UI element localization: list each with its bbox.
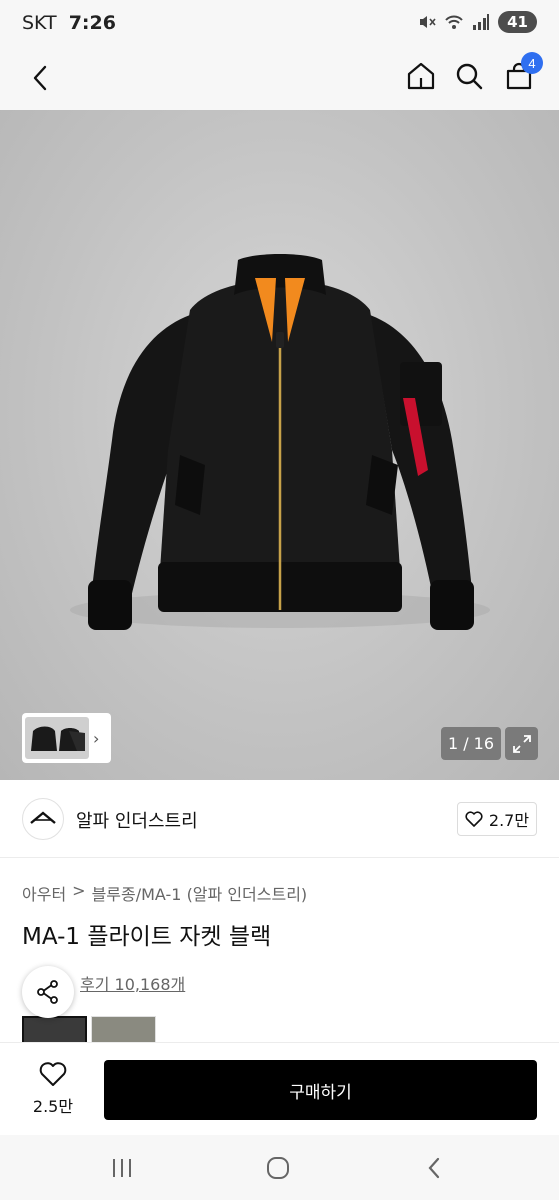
- breadcrumb-level1[interactable]: 아우터: [22, 881, 66, 905]
- brand-like-count: 2.7만: [488, 811, 530, 830]
- back-button[interactable]: [22, 60, 58, 96]
- breadcrumb: 아우터 > 블루종/MA-1 (알파 인더스트리): [22, 881, 307, 905]
- cart-button[interactable]: 4: [501, 52, 543, 94]
- alpha-logo-icon: [30, 811, 56, 824]
- recent-apps-icon: [113, 1159, 131, 1177]
- chevron-left-icon: [33, 65, 47, 91]
- status-bar: SKT 7:26 41: [0, 0, 559, 48]
- chevron-right-icon: ›: [93, 728, 100, 748]
- heart-outline-icon: [39, 1062, 67, 1086]
- heart-icon: [465, 811, 483, 827]
- system-nav-bar: [0, 1135, 559, 1200]
- clock: 7:26: [68, 12, 116, 34]
- jacket-image: [70, 254, 490, 630]
- wishlist-count: 2.5만: [32, 1097, 74, 1116]
- carrier-label: SKT: [22, 12, 57, 34]
- product-image-gallery[interactable]: › 1 / 16: [0, 110, 559, 780]
- breadcrumb-separator: >: [72, 881, 86, 900]
- wifi-icon: [445, 15, 463, 29]
- thumbnail-preview: [25, 717, 89, 759]
- expand-button[interactable]: [505, 727, 538, 760]
- status-right: 41: [418, 11, 537, 33]
- signal-icon: [473, 14, 490, 30]
- image-counter: 1 / 16: [441, 727, 501, 760]
- jacket-thumbnail-icon: [31, 726, 85, 751]
- brand-row: 알파 인더스트리 2.7만: [0, 780, 559, 858]
- product-title: MA-1 플라이트 자켓 블랙: [22, 924, 272, 950]
- top-header: 4: [0, 48, 559, 110]
- wishlist-button[interactable]: 2.5만: [22, 1061, 84, 1121]
- back-nav-button[interactable]: [414, 1153, 454, 1183]
- home-button[interactable]: [403, 58, 439, 94]
- buy-button[interactable]: 구매하기: [104, 1060, 537, 1120]
- thumbnail-strip[interactable]: ›: [22, 713, 111, 763]
- back-chevron-icon: [428, 1157, 440, 1179]
- home-circle-icon: [267, 1157, 289, 1179]
- share-icon: [37, 980, 58, 1004]
- brand-name[interactable]: 알파 인더스트리: [76, 807, 198, 833]
- brand-like-button[interactable]: 2.7만: [457, 802, 537, 836]
- status-left: SKT 7:26: [22, 12, 116, 34]
- recent-apps-button[interactable]: [102, 1153, 142, 1183]
- cart-count-badge: 4: [521, 52, 543, 74]
- search-button[interactable]: [451, 58, 487, 94]
- home-nav-button[interactable]: [258, 1153, 298, 1183]
- search-icon: [456, 63, 483, 90]
- mute-icon: [420, 16, 436, 28]
- expand-icon: [512, 734, 531, 753]
- bottom-action-bar: 2.5만 구매하기: [0, 1042, 559, 1135]
- review-count-link[interactable]: 후기 10,168개: [80, 971, 185, 995]
- battery-indicator: 41: [498, 11, 537, 33]
- breadcrumb-level2[interactable]: 블루종/MA-1 (알파 인더스트리): [92, 881, 308, 905]
- brand-logo[interactable]: [22, 798, 64, 840]
- share-button[interactable]: [22, 966, 74, 1018]
- home-icon: [407, 62, 435, 90]
